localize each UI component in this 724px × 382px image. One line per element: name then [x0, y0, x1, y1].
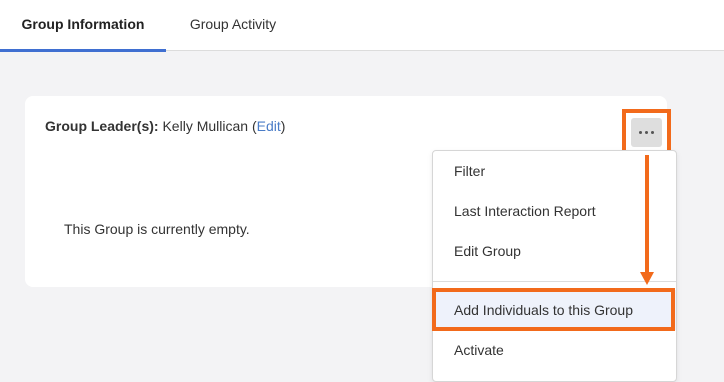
menu-item-activate[interactable]: Activate	[433, 330, 676, 370]
group-leader-label: Group Leader(s):	[45, 118, 159, 134]
annotation-arrow-head-icon	[640, 272, 654, 285]
active-tab-indicator	[0, 49, 166, 52]
menu-item-last-interaction-report[interactable]: Last Interaction Report	[433, 191, 676, 231]
more-horizontal-icon	[639, 131, 654, 134]
group-actions-menu: Filter Last Interaction Report Edit Grou…	[432, 150, 677, 382]
menu-item-edit-group[interactable]: Edit Group	[433, 231, 676, 271]
menu-item-filter[interactable]: Filter	[433, 151, 676, 191]
paren-close: )	[280, 118, 286, 134]
tab-group-activity[interactable]: Group Activity	[176, 0, 290, 50]
empty-group-message: This Group is currently empty.	[64, 221, 250, 237]
more-options-button[interactable]	[631, 118, 662, 147]
tab-group-information[interactable]: Group Information	[0, 0, 166, 52]
group-leader-name: Kelly Mullican	[162, 118, 249, 134]
edit-leader-link[interactable]: Edit	[257, 118, 281, 134]
group-leader-line: Group Leader(s): Kelly Mullican (Edit)	[45, 118, 285, 134]
menu-item-add-individuals[interactable]: Add Individuals to this Group	[433, 290, 676, 330]
tab-label: Group Activity	[189, 16, 277, 32]
annotation-arrow-line	[645, 155, 649, 273]
tab-label: Group Information	[21, 16, 145, 32]
tab-bar: Group Information Group Activity	[0, 0, 724, 52]
